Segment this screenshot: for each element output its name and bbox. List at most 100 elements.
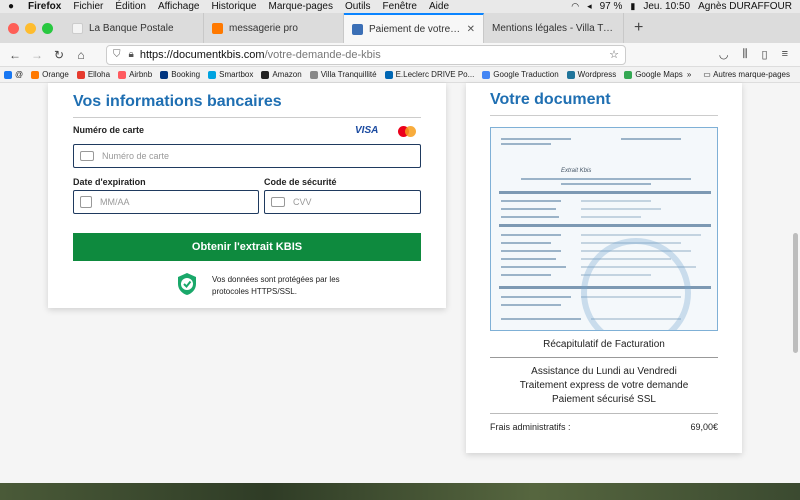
bookmark-label: Wordpress bbox=[577, 70, 617, 79]
divider bbox=[490, 115, 718, 116]
bookmark-villa[interactable]: Villa Tranquillité bbox=[306, 70, 381, 79]
bookmark-airbnb[interactable]: Airbnb bbox=[114, 70, 156, 79]
close-window-button[interactable] bbox=[8, 22, 19, 34]
bookmark-star-icon[interactable]: ☆ bbox=[609, 48, 619, 61]
card-number-input[interactable]: Numéro de carte bbox=[73, 144, 421, 168]
kbis-preview-image: Extrait Kbis bbox=[490, 127, 718, 331]
bookmark-orange[interactable]: Orange bbox=[27, 70, 73, 79]
menu-hamburger-icon[interactable]: ≡ bbox=[782, 48, 788, 61]
flag-icon[interactable]: ▮ bbox=[630, 1, 635, 12]
toolbar-right: ◡ ⫼ ▯ ≡ bbox=[719, 48, 800, 61]
cvv-placeholder: CVV bbox=[293, 197, 312, 207]
calendar-icon bbox=[80, 196, 92, 208]
bookmark-label: Google Traduction bbox=[493, 70, 559, 79]
battery-level[interactable]: 97 % bbox=[600, 1, 623, 12]
desktop-background bbox=[0, 483, 800, 500]
airbnb-icon bbox=[118, 70, 127, 79]
get-kbis-button[interactable]: Obtenir l'extrait KBIS bbox=[73, 233, 421, 261]
bookmark-label: Booking bbox=[171, 70, 201, 79]
cvv-input[interactable]: CVV bbox=[264, 190, 421, 214]
tab-messagerie-pro[interactable]: messagerie pro bbox=[204, 13, 344, 43]
menu-fenetre[interactable]: Fenêtre bbox=[377, 1, 423, 12]
bookmark-other-folder[interactable]: ▭ Autres marque-pages bbox=[699, 70, 794, 79]
villa-icon bbox=[309, 70, 318, 79]
tab-banque-postale[interactable]: La Banque Postale bbox=[64, 13, 204, 43]
volume-icon[interactable]: ◂ bbox=[587, 1, 592, 12]
new-tab-button[interactable]: + bbox=[624, 19, 653, 37]
info-line-support: Assistance du Lundi au Vendredi bbox=[531, 366, 677, 377]
tab-label: La Banque Postale bbox=[89, 22, 174, 34]
secure-notice: Vos données sont protégées par les proto… bbox=[212, 275, 340, 296]
menu-marque-pages[interactable]: Marque-pages bbox=[262, 1, 338, 12]
lock-icon[interactable]: 🔒︎ bbox=[129, 49, 134, 60]
bookmark-google-maps[interactable]: Google Maps bbox=[620, 70, 687, 79]
page-content: Vos informations bancaires Numéro de car… bbox=[0, 83, 800, 483]
bookmark-label: Elloha bbox=[87, 70, 111, 79]
card-number-label: Numéro de carte bbox=[73, 125, 145, 135]
system-menubar: ● Firefox Fichier Édition Affichage Hist… bbox=[0, 0, 800, 13]
back-arrow-icon[interactable]: ← bbox=[4, 48, 26, 62]
expiry-label: Date d'expiration bbox=[73, 177, 146, 187]
zoom-window-button[interactable] bbox=[42, 22, 53, 34]
bookmark-smartbox[interactable]: Smartbox bbox=[204, 70, 257, 79]
chevron-right-icon[interactable]: » bbox=[687, 70, 691, 79]
window-controls bbox=[0, 22, 64, 34]
leclerc-icon bbox=[384, 70, 393, 79]
sidebar-icon[interactable]: ▯ bbox=[762, 48, 768, 61]
fees-value: 69,00€ bbox=[690, 422, 718, 432]
tab-label: Mentions légales - Villa Tranquillité bbox=[492, 22, 615, 34]
home-icon[interactable]: ⌂ bbox=[70, 48, 92, 62]
billing-summary-title: Récapitulatif de Facturation bbox=[543, 339, 665, 350]
menu-outils[interactable]: Outils bbox=[339, 1, 377, 12]
url-bar[interactable]: ⛉ 🔒︎ https://documentkbis.com /votre-dem… bbox=[106, 44, 626, 65]
menu-affichage[interactable]: Affichage bbox=[152, 1, 206, 12]
forward-arrow-icon[interactable]: → bbox=[26, 48, 48, 62]
menu-historique[interactable]: Historique bbox=[205, 1, 262, 12]
bookmark-amazon[interactable]: Amazon bbox=[257, 70, 305, 79]
page-scrollbar[interactable] bbox=[793, 233, 798, 353]
bookmark-facebook[interactable]: @ bbox=[0, 70, 27, 79]
credit-card-icon bbox=[80, 151, 94, 161]
tab-mentions-legales[interactable]: Mentions légales - Villa Tranquillité bbox=[484, 13, 624, 43]
menu-app[interactable]: Firefox bbox=[22, 1, 67, 12]
reload-icon[interactable]: ↻ bbox=[48, 48, 70, 62]
card-back-icon bbox=[271, 197, 285, 207]
bookmark-label: Smartbox bbox=[219, 70, 254, 79]
google-translate-icon bbox=[482, 70, 491, 79]
library-icon[interactable]: ⫼ bbox=[742, 48, 747, 61]
bookmark-wordpress[interactable]: Wordpress bbox=[563, 70, 621, 79]
wordpress-icon bbox=[566, 70, 575, 79]
amazon-icon bbox=[261, 70, 270, 79]
preview-heading: Extrait Kbis bbox=[561, 168, 592, 174]
shield-icon[interactable]: ⛉ bbox=[113, 49, 121, 60]
tab-paiement[interactable]: Paiement de votre demande d'e ✕ bbox=[344, 13, 484, 43]
menu-fichier[interactable]: Fichier bbox=[67, 1, 109, 12]
menubar-status: ◠ ◂ 97 % ▮ Jeu. 10:50 Agnès DURAFFOUR bbox=[571, 1, 800, 12]
bookmark-leclerc[interactable]: E.Leclerc DRIVE Po... bbox=[381, 70, 479, 79]
document-favicon-icon bbox=[352, 23, 363, 35]
clock[interactable]: Jeu. 10:50 bbox=[643, 1, 690, 12]
minimize-window-button[interactable] bbox=[25, 22, 36, 34]
bookmark-booking[interactable]: Booking bbox=[156, 70, 204, 79]
bookmark-label: Airbnb bbox=[129, 70, 153, 79]
wifi-icon[interactable]: ◠ bbox=[571, 1, 579, 12]
url-path: /votre-demande-de-kbis bbox=[264, 48, 381, 61]
url-host: https://documentkbis.com bbox=[139, 48, 265, 61]
bookmark-elloha[interactable]: Elloha bbox=[73, 70, 114, 79]
close-tab-icon[interactable]: ✕ bbox=[467, 24, 475, 35]
document-title: Votre document bbox=[490, 91, 611, 108]
bookmarks-bar: @ Orange Elloha Airbnb Booking Smartbox … bbox=[0, 67, 800, 83]
expiry-input[interactable]: MM/AA bbox=[73, 190, 259, 214]
menu-edition[interactable]: Édition bbox=[109, 1, 152, 12]
menu-aide[interactable]: Aide bbox=[423, 1, 455, 12]
bookmark-google-traduction[interactable]: Google Traduction bbox=[478, 70, 562, 79]
pocket-icon[interactable]: ◡ bbox=[719, 48, 729, 61]
divider bbox=[490, 413, 718, 414]
mastercard-icon bbox=[398, 126, 416, 137]
user-name[interactable]: Agnès DURAFFOUR bbox=[698, 1, 792, 12]
navigation-bar: ← → ↻ ⌂ ⛉ 🔒︎ https://documentkbis.com /v… bbox=[0, 43, 800, 67]
bookmark-label: Villa Tranquillité bbox=[320, 70, 377, 79]
apple-icon[interactable]: ● bbox=[0, 1, 22, 12]
orange-icon bbox=[31, 70, 40, 79]
facebook-icon bbox=[4, 70, 12, 79]
